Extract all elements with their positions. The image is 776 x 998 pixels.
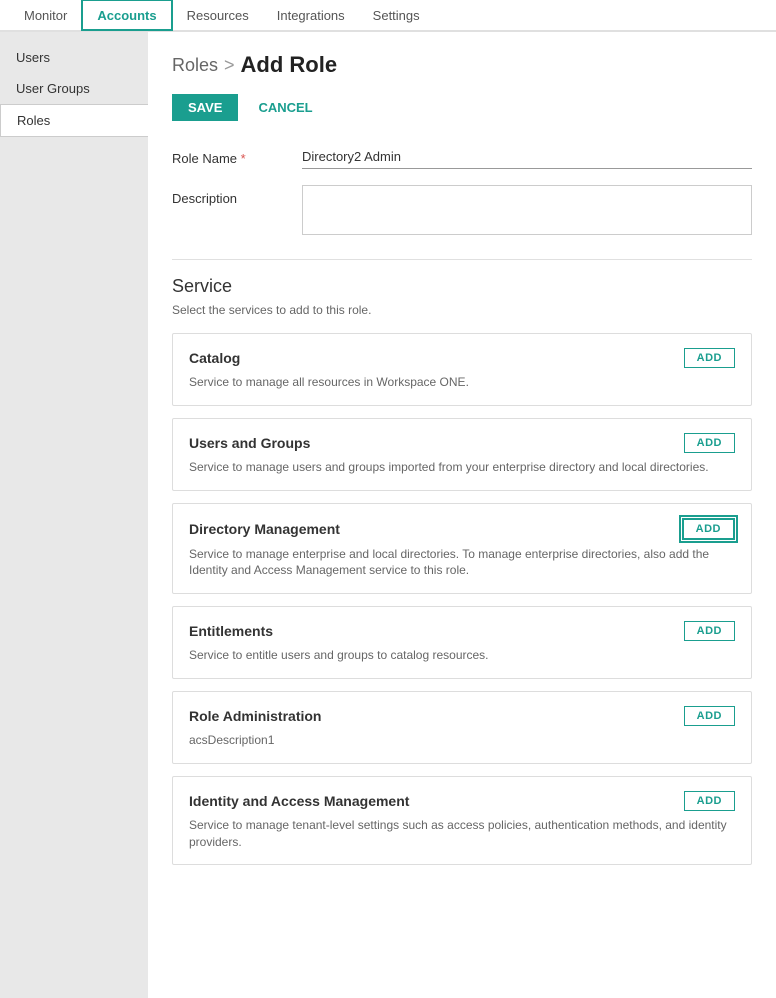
add-iam-button[interactable]: ADD [684, 791, 735, 811]
main-content: Roles > Add Role SAVE CANCEL Role Name *… [148, 32, 776, 998]
service-card-catalog: Catalog ADD Service to manage all resour… [172, 333, 752, 406]
service-card-iam-header: Identity and Access Management ADD [189, 791, 735, 811]
service-card-entitlements-desc: Service to entitle users and groups to c… [189, 647, 735, 664]
nav-item-settings[interactable]: Settings [359, 0, 434, 31]
service-card-users-groups-header: Users and Groups ADD [189, 433, 735, 453]
add-users-groups-button[interactable]: ADD [684, 433, 735, 453]
action-bar: SAVE CANCEL [172, 94, 752, 121]
role-form: Role Name * Description [172, 145, 752, 235]
add-directory-button[interactable]: ADD [682, 518, 735, 540]
nav-item-accounts[interactable]: Accounts [81, 0, 172, 31]
sidebar-item-roles[interactable]: Roles [0, 104, 148, 137]
add-entitlements-button[interactable]: ADD [684, 621, 735, 641]
role-name-input[interactable] [302, 145, 752, 169]
service-card-directory-desc: Service to manage enterprise and local d… [189, 546, 735, 580]
service-card-iam-desc: Service to manage tenant-level settings … [189, 817, 735, 851]
service-card-directory-management: Directory Management ADD Service to mana… [172, 503, 752, 595]
service-card-entitlements-name: Entitlements [189, 623, 273, 639]
nav-item-monitor[interactable]: Monitor [10, 0, 81, 31]
role-name-label: Role Name * [172, 145, 302, 166]
top-navigation: Monitor Accounts Resources Integrations … [0, 0, 776, 32]
service-section: Service Select the services to add to th… [172, 276, 752, 865]
service-cards-container: Catalog ADD Service to manage all resour… [172, 333, 752, 865]
main-layout: Users User Groups Roles Roles > Add Role… [0, 32, 776, 998]
description-textarea[interactable] [302, 185, 752, 235]
add-role-admin-button[interactable]: ADD [684, 706, 735, 726]
service-card-catalog-name: Catalog [189, 350, 240, 366]
service-card-entitlements-header: Entitlements ADD [189, 621, 735, 641]
description-row: Description [172, 185, 752, 235]
service-section-title: Service [172, 276, 752, 297]
service-card-role-admin-header: Role Administration ADD [189, 706, 735, 726]
service-card-catalog-desc: Service to manage all resources in Works… [189, 374, 735, 391]
section-divider [172, 259, 752, 260]
service-card-directory-name: Directory Management [189, 521, 340, 537]
nav-item-integrations[interactable]: Integrations [263, 0, 359, 31]
service-card-iam-name: Identity and Access Management [189, 793, 409, 809]
description-label: Description [172, 185, 302, 206]
breadcrumb-separator: > [224, 55, 235, 76]
service-section-desc: Select the services to add to this role. [172, 303, 752, 317]
role-name-row: Role Name * [172, 145, 752, 169]
breadcrumb-parent: Roles [172, 55, 218, 76]
service-card-iam: Identity and Access Management ADD Servi… [172, 776, 752, 866]
cancel-button[interactable]: CANCEL [248, 94, 322, 121]
add-catalog-button[interactable]: ADD [684, 348, 735, 368]
breadcrumb-current: Add Role [241, 52, 338, 78]
service-card-entitlements: Entitlements ADD Service to entitle user… [172, 606, 752, 679]
sidebar-item-user-groups[interactable]: User Groups [0, 73, 148, 104]
breadcrumb: Roles > Add Role [172, 52, 752, 78]
service-card-users-groups-desc: Service to manage users and groups impor… [189, 459, 735, 476]
service-card-users-groups: Users and Groups ADD Service to manage u… [172, 418, 752, 491]
service-card-catalog-header: Catalog ADD [189, 348, 735, 368]
save-button[interactable]: SAVE [172, 94, 238, 121]
nav-item-resources[interactable]: Resources [173, 0, 263, 31]
required-indicator: * [241, 151, 246, 166]
sidebar-item-users[interactable]: Users [0, 42, 148, 73]
service-card-directory-header: Directory Management ADD [189, 518, 735, 540]
service-card-role-admin-desc: acsDescription1 [189, 732, 735, 749]
service-card-users-groups-name: Users and Groups [189, 435, 310, 451]
service-card-role-admin: Role Administration ADD acsDescription1 [172, 691, 752, 764]
sidebar: Users User Groups Roles [0, 32, 148, 998]
service-card-role-admin-name: Role Administration [189, 708, 322, 724]
